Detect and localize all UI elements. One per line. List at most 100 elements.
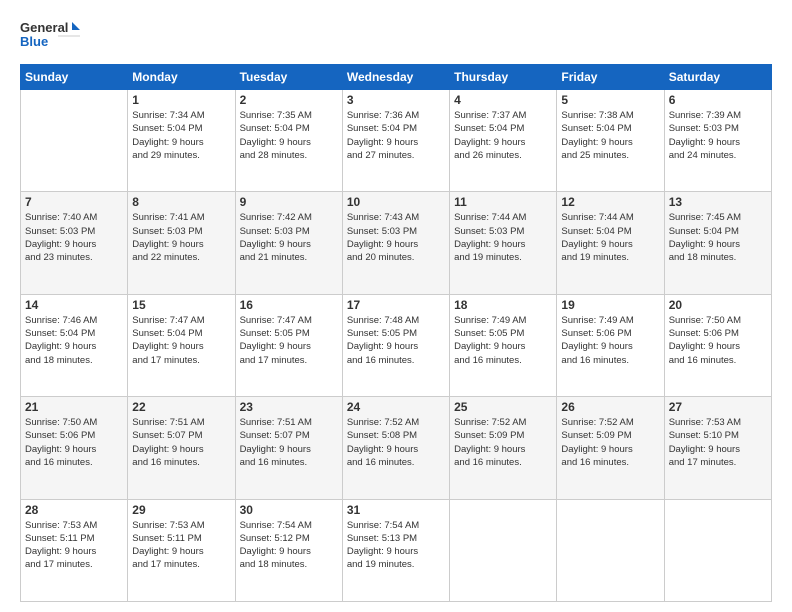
day-info: Sunrise: 7:47 AMSunset: 5:04 PMDaylight:… [132,314,230,367]
calendar-cell: 3 Sunrise: 7:36 AMSunset: 5:04 PMDaylight… [342,90,449,192]
day-number: 2 [240,93,338,107]
day-number: 15 [132,298,230,312]
day-info: Sunrise: 7:34 AMSunset: 5:04 PMDaylight:… [132,109,230,162]
calendar-cell [450,499,557,601]
day-number: 23 [240,400,338,414]
day-number: 6 [669,93,767,107]
calendar-cell: 15 Sunrise: 7:47 AMSunset: 5:04 PMDayligh… [128,294,235,396]
day-number: 11 [454,195,552,209]
calendar-cell: 2 Sunrise: 7:35 AMSunset: 5:04 PMDaylight… [235,90,342,192]
weekday-header-row: SundayMondayTuesdayWednesdayThursdayFrid… [21,65,772,90]
day-info: Sunrise: 7:36 AMSunset: 5:04 PMDaylight:… [347,109,445,162]
day-info: Sunrise: 7:47 AMSunset: 5:05 PMDaylight:… [240,314,338,367]
day-info: Sunrise: 7:49 AMSunset: 5:06 PMDaylight:… [561,314,659,367]
calendar-cell: 23 Sunrise: 7:51 AMSunset: 5:07 PMDayligh… [235,397,342,499]
day-info: Sunrise: 7:53 AMSunset: 5:11 PMDaylight:… [132,519,230,572]
day-info: Sunrise: 7:43 AMSunset: 5:03 PMDaylight:… [347,211,445,264]
week-row-3: 14 Sunrise: 7:46 AMSunset: 5:04 PMDayligh… [21,294,772,396]
day-number: 16 [240,298,338,312]
weekday-header-thursday: Thursday [450,65,557,90]
day-number: 20 [669,298,767,312]
calendar-cell: 18Sunrise: 7:49 AMSunset: 5:05 PMDayligh… [450,294,557,396]
weekday-header-saturday: Saturday [664,65,771,90]
calendar-cell: 21Sunrise: 7:50 AMSunset: 5:06 PMDayligh… [21,397,128,499]
calendar-cell: 4 Sunrise: 7:37 AMSunset: 5:04 PMDaylight… [450,90,557,192]
day-number: 19 [561,298,659,312]
weekday-header-friday: Friday [557,65,664,90]
page: General Blue SundayMondayTuesdayWednesda… [0,0,792,612]
day-number: 22 [132,400,230,414]
day-info: Sunrise: 7:35 AMSunset: 5:04 PMDaylight:… [240,109,338,162]
calendar-cell: 28 Sunrise: 7:53 AMSunset: 5:11 PMDayligh… [21,499,128,601]
day-info: Sunrise: 7:51 AMSunset: 5:07 PMDaylight:… [240,416,338,469]
day-number: 12 [561,195,659,209]
day-info: Sunrise: 7:42 AMSunset: 5:03 PMDaylight:… [240,211,338,264]
day-number: 8 [132,195,230,209]
calendar-cell: 22 Sunrise: 7:51 AMSunset: 5:07 PMDayligh… [128,397,235,499]
day-number: 25 [454,400,552,414]
calendar-cell: 5 Sunrise: 7:38 AMSunset: 5:04 PMDaylight… [557,90,664,192]
day-number: 27 [669,400,767,414]
calendar-cell: 13 Sunrise: 7:45 AMSunset: 5:04 PMDayligh… [664,192,771,294]
day-number: 18 [454,298,552,312]
day-number: 3 [347,93,445,107]
calendar-cell: 12 Sunrise: 7:44 AMSunset: 5:04 PMDayligh… [557,192,664,294]
day-info: Sunrise: 7:48 AMSunset: 5:05 PMDaylight:… [347,314,445,367]
day-number: 9 [240,195,338,209]
day-number: 30 [240,503,338,517]
day-number: 13 [669,195,767,209]
week-row-5: 28 Sunrise: 7:53 AMSunset: 5:11 PMDayligh… [21,499,772,601]
day-info: Sunrise: 7:52 AMSunset: 5:09 PMDaylight:… [454,416,552,469]
calendar-cell: 29 Sunrise: 7:53 AMSunset: 5:11 PMDayligh… [128,499,235,601]
calendar-cell: 8 Sunrise: 7:41 AMSunset: 5:03 PMDaylight… [128,192,235,294]
day-info: Sunrise: 7:41 AMSunset: 5:03 PMDaylight:… [132,211,230,264]
calendar-cell: 27Sunrise: 7:53 AMSunset: 5:10 PMDayligh… [664,397,771,499]
day-number: 17 [347,298,445,312]
day-info: Sunrise: 7:52 AMSunset: 5:08 PMDaylight:… [347,416,445,469]
day-info: Sunrise: 7:53 AMSunset: 5:11 PMDaylight:… [25,519,123,572]
week-row-2: 7Sunrise: 7:40 AMSunset: 5:03 PMDaylight… [21,192,772,294]
day-info: Sunrise: 7:38 AMSunset: 5:04 PMDaylight:… [561,109,659,162]
day-number: 4 [454,93,552,107]
day-number: 26 [561,400,659,414]
weekday-header-wednesday: Wednesday [342,65,449,90]
day-info: Sunrise: 7:45 AMSunset: 5:04 PMDaylight:… [669,211,767,264]
calendar-cell: 14 Sunrise: 7:46 AMSunset: 5:04 PMDayligh… [21,294,128,396]
day-info: Sunrise: 7:52 AMSunset: 5:09 PMDaylight:… [561,416,659,469]
header: General Blue [20,18,772,54]
day-number: 24 [347,400,445,414]
day-info: Sunrise: 7:54 AMSunset: 5:13 PMDaylight:… [347,519,445,572]
day-number: 5 [561,93,659,107]
week-row-4: 21Sunrise: 7:50 AMSunset: 5:06 PMDayligh… [21,397,772,499]
calendar-cell: 17 Sunrise: 7:48 AMSunset: 5:05 PMDayligh… [342,294,449,396]
day-info: Sunrise: 7:46 AMSunset: 5:04 PMDaylight:… [25,314,123,367]
calendar-cell: 11 Sunrise: 7:44 AMSunset: 5:03 PMDayligh… [450,192,557,294]
day-info: Sunrise: 7:54 AMSunset: 5:12 PMDaylight:… [240,519,338,572]
day-number: 14 [25,298,123,312]
calendar-cell: 31Sunrise: 7:54 AMSunset: 5:13 PMDayligh… [342,499,449,601]
calendar-cell: 20 Sunrise: 7:50 AMSunset: 5:06 PMDayligh… [664,294,771,396]
day-number: 28 [25,503,123,517]
calendar-table: SundayMondayTuesdayWednesdayThursdayFrid… [20,64,772,602]
day-info: Sunrise: 7:44 AMSunset: 5:04 PMDaylight:… [561,211,659,264]
day-info: Sunrise: 7:40 AMSunset: 5:03 PMDaylight:… [25,211,123,264]
calendar-cell: 1Sunrise: 7:34 AMSunset: 5:04 PMDaylight… [128,90,235,192]
calendar-cell: 6 Sunrise: 7:39 AMSunset: 5:03 PMDaylight… [664,90,771,192]
day-info: Sunrise: 7:50 AMSunset: 5:06 PMDaylight:… [25,416,123,469]
calendar-cell: 7Sunrise: 7:40 AMSunset: 5:03 PMDaylight… [21,192,128,294]
day-info: Sunrise: 7:44 AMSunset: 5:03 PMDaylight:… [454,211,552,264]
week-row-1: 1Sunrise: 7:34 AMSunset: 5:04 PMDaylight… [21,90,772,192]
day-info: Sunrise: 7:39 AMSunset: 5:03 PMDaylight:… [669,109,767,162]
logo-svg: General Blue [20,18,80,54]
calendar-cell [664,499,771,601]
weekday-header-sunday: Sunday [21,65,128,90]
day-info: Sunrise: 7:51 AMSunset: 5:07 PMDaylight:… [132,416,230,469]
calendar-cell [21,90,128,192]
calendar-cell: 30 Sunrise: 7:54 AMSunset: 5:12 PMDayligh… [235,499,342,601]
day-info: Sunrise: 7:37 AMSunset: 5:04 PMDaylight:… [454,109,552,162]
calendar-cell [557,499,664,601]
day-number: 29 [132,503,230,517]
svg-text:Blue: Blue [20,34,48,49]
day-info: Sunrise: 7:50 AMSunset: 5:06 PMDaylight:… [669,314,767,367]
weekday-header-monday: Monday [128,65,235,90]
